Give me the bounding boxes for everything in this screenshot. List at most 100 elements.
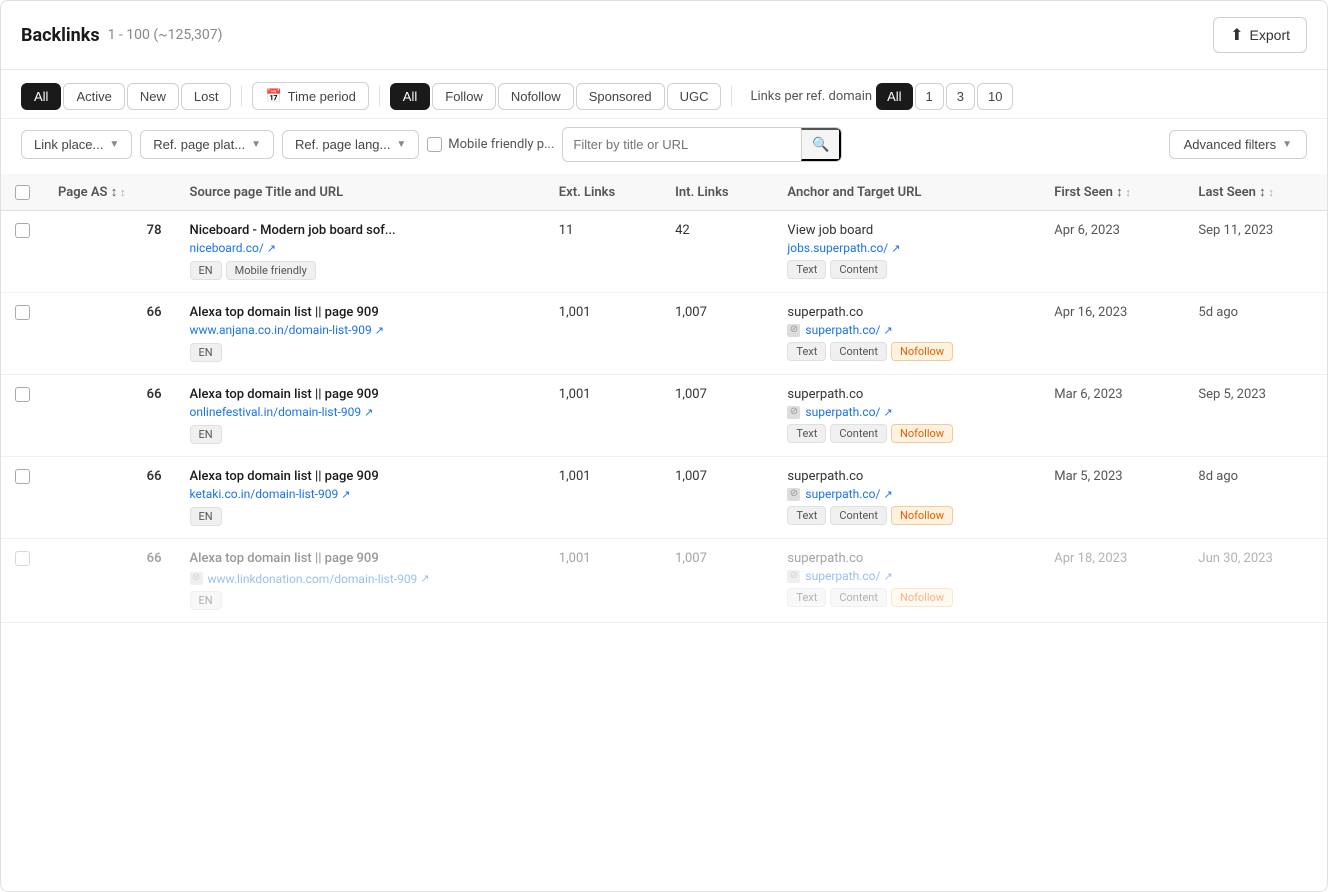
source-url-link[interactable]: www.linkdonation.com/domain-list-909 [208,572,418,586]
source-url[interactable]: ketaki.co.in/domain-list-909 ↗ [190,487,351,501]
anchor-url-link[interactable]: superpath.co/ [805,405,880,419]
select-all-checkbox[interactable] [15,185,30,200]
source-url[interactable]: www.anjana.co.in/domain-list-909 ↗ [190,323,384,337]
advanced-filters-button[interactable]: Advanced filters ▼ [1169,130,1307,159]
source-cell: Alexa top domain list || page 909 online… [176,375,545,457]
first-seen-header[interactable]: First Seen ↕ [1040,174,1184,211]
external-link-icon: ↗ [375,324,384,337]
link-type-filter-nofollow[interactable]: Nofollow [498,83,574,110]
anchor-cell: superpath.co ⊘ superpath.co/ ↗ TextConte… [773,457,1040,539]
anchor-url-link[interactable]: superpath.co/ [805,569,880,583]
chevron-down-icon-4: ▼ [1282,139,1292,150]
search-group: 🔍 [562,127,842,162]
row-checkbox[interactable] [15,469,30,484]
source-url-link[interactable]: ketaki.co.in/domain-list-909 [190,487,339,501]
export-button[interactable]: ⬆ Export [1213,17,1307,53]
table-row: 66 Alexa top domain list || page 909 ⊘ w… [1,539,1327,623]
external-link-icon: ↗ [420,572,429,585]
anchor-tag: Text [787,260,826,279]
select-all-header[interactable] [1,174,44,211]
header-left: Backlinks 1 - 100 (~125,307) [21,25,223,46]
source-url-link[interactable]: www.anjana.co.in/domain-list-909 [190,323,372,337]
page-as-header[interactable]: Page AS ↕ [44,174,176,211]
export-icon: ⬆ [1230,25,1243,45]
ref-page-plat-dropdown[interactable]: Ref. page plat... ▼ [140,130,274,159]
external-link-icon-2: ↗ [883,570,892,583]
link-type-filter-follow[interactable]: Follow [432,83,496,110]
status-filter-lost[interactable]: Lost [181,83,232,110]
ref-page-lang-dropdown[interactable]: Ref. page lang... ▼ [282,130,419,159]
int-links-cell: 1,007 [661,375,773,457]
source-url[interactable]: niceboard.co/ ↗ [190,241,276,255]
first-seen-cell: Apr 6, 2023 [1040,211,1184,293]
mobile-friendly-label: Mobile friendly p... [448,137,554,152]
source-url[interactable]: ⊘ www.linkdonation.com/domain-list-909 ↗ [190,572,430,586]
anchor-tags: TextContentNofollow [787,424,1026,443]
link-place-label: Link place... [34,137,103,152]
search-icon-button[interactable]: 🔍 [801,128,841,161]
anchor-url[interactable]: ⊘ superpath.co/ ↗ [787,405,1026,419]
export-label: Export [1250,27,1290,43]
ext-links-cell: 1,001 [545,457,661,539]
external-link-icon: ↗ [364,406,373,419]
link-place-dropdown[interactable]: Link place... ▼ [21,130,132,159]
last-seen-cell: Jun 30, 2023 [1184,539,1327,623]
row-checkbox-cell [1,375,44,457]
anchor-url-link[interactable]: superpath.co/ [805,323,880,337]
source-url[interactable]: onlinefestival.in/domain-list-909 ↗ [190,405,374,419]
links-per-10[interactable]: 10 [977,83,1013,110]
row-checkbox[interactable] [15,305,30,320]
nofollow-icon: ⊘ [787,324,800,337]
anchor-url[interactable]: ⊘ superpath.co/ ↗ [787,487,1026,501]
links-per-3[interactable]: 3 [946,83,975,110]
int-links-cell: 42 [661,211,773,293]
last-seen-cell: 8d ago [1184,457,1327,539]
source-title: Alexa top domain list || page 909 [190,387,531,402]
int-links-cell: 1,007 [661,457,773,539]
anchor-url[interactable]: ⊘ superpath.co/ ↗ [787,569,1026,583]
time-period-button[interactable]: 📅 Time period [252,82,368,110]
external-link-icon-2: ↗ [883,324,892,337]
links-per-all[interactable]: All [876,83,912,110]
last-seen-cell: Sep 5, 2023 [1184,375,1327,457]
source-tag: EN [190,591,222,610]
row-checkbox[interactable] [15,223,30,238]
nofollow-tag: Nofollow [891,342,953,361]
search-input[interactable] [563,131,801,158]
links-per-filter-group: All 1 3 10 [876,83,1013,110]
source-tag: EN [190,343,222,362]
last-seen-cell: Sep 11, 2023 [1184,211,1327,293]
source-cell: Niceboard - Modern job board sof... nice… [176,211,545,293]
source-url-link[interactable]: niceboard.co/ [190,241,264,255]
anchor-url-link[interactable]: jobs.superpath.co/ [787,241,888,255]
link-type-filter-ugc[interactable]: UGC [667,83,722,110]
ext-links-cell: 1,001 [545,293,661,375]
link-type-filter-sponsored[interactable]: Sponsored [576,83,665,110]
row-checkbox[interactable] [15,551,30,566]
source-tags: EN [190,343,531,362]
anchor-text: superpath.co [787,305,1026,320]
status-filter-all[interactable]: All [21,83,61,110]
anchor-url[interactable]: jobs.superpath.co/ ↗ [787,241,1026,255]
ext-links-cell: 11 [545,211,661,293]
links-per-1[interactable]: 1 [915,83,944,110]
last-seen-header[interactable]: Last Seen ↕ [1184,174,1327,211]
first-seen-cell: Mar 6, 2023 [1040,375,1184,457]
anchor-tag: Text [787,342,826,361]
nofollow-icon: ⊘ [787,406,800,419]
mobile-friendly-checkbox[interactable] [427,137,442,152]
row-checkbox[interactable] [15,387,30,402]
status-filter-active[interactable]: Active [63,83,124,110]
source-url-link[interactable]: onlinefestival.in/domain-list-909 [190,405,362,419]
status-filter-new[interactable]: New [127,83,179,110]
anchor-tags: TextContent [787,260,1026,279]
table-wrapper: Page AS ↕ Source page Title and URL Ext.… [1,174,1327,623]
link-type-filter-all[interactable]: All [390,83,430,110]
anchor-tags: TextContentNofollow [787,342,1026,361]
ref-page-plat-label: Ref. page plat... [153,137,245,152]
anchor-url[interactable]: ⊘ superpath.co/ ↗ [787,323,1026,337]
source-tag: EN [190,425,222,444]
backlinks-table: Page AS ↕ Source page Title and URL Ext.… [1,174,1327,623]
anchor-url-link[interactable]: superpath.co/ [805,487,880,501]
filter-separator-1 [241,86,242,106]
